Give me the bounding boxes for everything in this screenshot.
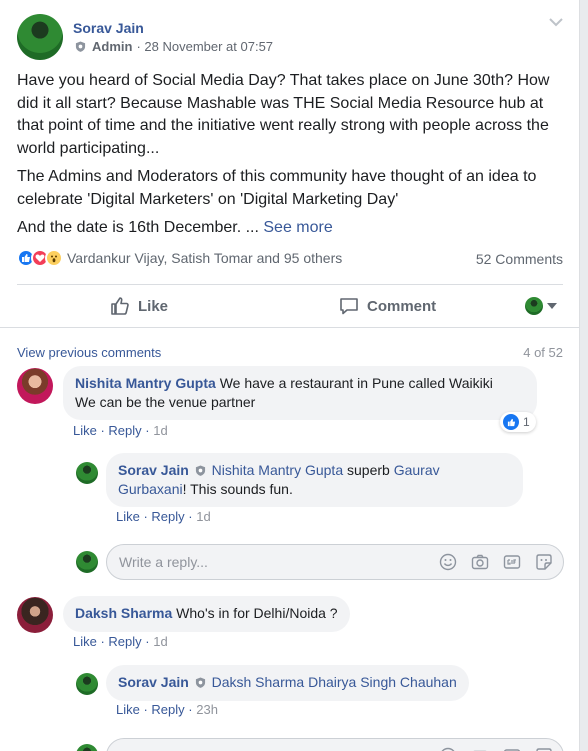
reply-time[interactable]: 1d xyxy=(196,509,210,524)
post-paragraph: Have you heard of Social Media Day? That… xyxy=(17,72,550,157)
comment-text: Who's in for Delhi/Noida ? xyxy=(176,605,338,621)
reactions-summary[interactable]: Vardankur Vijay, Satish Tomar and 95 oth… xyxy=(17,249,342,267)
reply-like-link[interactable]: Like xyxy=(116,702,140,717)
reply-tag-continued[interactable]: Gurbaxani xyxy=(118,481,183,497)
divider xyxy=(17,284,563,285)
comment-text: We have a restaurant in Pune called Waik… xyxy=(219,375,493,391)
reaction-names[interactable]: Vardankur Vijay, Satish Tomar and 95 oth… xyxy=(67,250,342,266)
profile-avatar xyxy=(525,297,543,315)
reply-like-link[interactable]: Like xyxy=(116,509,140,524)
emoji-icon[interactable] xyxy=(439,747,457,751)
reply-bubble: Sorav Jain Daksh Sharma Dhairya Singh Ch… xyxy=(106,665,469,701)
reply-tag[interactable]: Gaurav xyxy=(394,462,440,478)
post-author-name[interactable]: Sorav Jain xyxy=(73,20,144,36)
view-previous-comments-link[interactable]: View previous comments xyxy=(17,345,161,360)
comment-time[interactable]: 1d xyxy=(153,634,167,649)
comment-bubble: Daksh Sharma Who's in for Delhi/Noida ? xyxy=(63,596,350,632)
reply-author[interactable]: Sorav Jain xyxy=(118,674,189,690)
like-label: Like xyxy=(138,297,169,315)
like-button[interactable]: Like xyxy=(110,296,168,316)
reply-input[interactable]: Write a reply... xyxy=(106,544,564,580)
comment-icon xyxy=(340,298,358,315)
divider xyxy=(0,327,579,328)
emoji-icon[interactable] xyxy=(439,553,457,571)
comment-time[interactable]: 1d xyxy=(153,423,167,438)
commenter-avatar[interactable] xyxy=(17,597,53,633)
reply-tag[interactable]: Nishita Mantry Gupta xyxy=(212,462,344,478)
see-more-link[interactable]: See more xyxy=(263,219,332,236)
current-user-avatar xyxy=(76,551,98,573)
admin-badge-icon xyxy=(195,677,205,688)
reply-input-tools xyxy=(439,747,553,751)
comment-actions: Like · Reply · 1d xyxy=(73,634,168,649)
comment-author[interactable]: Nishita Mantry Gupta xyxy=(75,375,216,391)
admin-badge-icon xyxy=(195,465,205,476)
post-last-line: And the date is 16th December. ... xyxy=(17,219,259,236)
comment-text-line2: We can be the venue partner xyxy=(75,394,256,410)
reply-author-avatar[interactable] xyxy=(76,673,98,695)
comment-like-link[interactable]: Like xyxy=(73,423,97,438)
reply-actions: Like · Reply · 1d xyxy=(116,509,211,524)
comment-actions: Like · Reply · 1d xyxy=(73,423,168,438)
post-meta: Admin · 28 November at 07:57 xyxy=(73,39,273,54)
reply-reply-link[interactable]: Reply xyxy=(151,509,184,524)
camera-icon[interactable] xyxy=(471,747,489,751)
post-paragraph-last: And the date is 16th December. ... See m… xyxy=(17,217,562,240)
comment-author[interactable]: Daksh Sharma xyxy=(75,605,172,621)
reply-input-placeholder: Write a reply... xyxy=(119,554,208,570)
admin-badge-icon xyxy=(75,41,86,52)
comments-count[interactable]: 52 Comments xyxy=(476,251,563,267)
reply-bubble: Sorav Jain Nishita Mantry Gupta superb G… xyxy=(106,453,523,507)
commenter-avatar[interactable] xyxy=(17,368,53,404)
reply-input[interactable] xyxy=(106,738,564,751)
comment-label: Comment xyxy=(367,297,437,315)
camera-icon[interactable] xyxy=(471,553,489,571)
sticker-icon[interactable] xyxy=(535,553,553,571)
post-role: Admin xyxy=(92,39,133,54)
reply-text-rest: ! This sounds fun. xyxy=(182,481,293,497)
sticker-icon[interactable] xyxy=(535,747,553,751)
reply-tags[interactable]: Daksh Sharma Dhairya Singh Chauhan xyxy=(212,674,457,690)
comment-reaction-badge[interactable]: 1 xyxy=(500,412,536,432)
reply-time[interactable]: 23h xyxy=(196,702,218,717)
reply-input-tools xyxy=(439,553,553,571)
comments-page-count: 4 of 52 xyxy=(523,345,563,360)
comment-bubble: Nishita Mantry Gupta We have a restauran… xyxy=(63,366,537,420)
reply-text: superb xyxy=(347,462,390,478)
comment-like-link[interactable]: Like xyxy=(73,634,97,649)
caret-down-icon xyxy=(547,303,557,309)
reply-actions: Like · Reply · 23h xyxy=(116,702,218,717)
post-paragraph: The Admins and Moderators of this commun… xyxy=(17,168,537,208)
post-actions: Like Comment xyxy=(17,287,563,325)
post-card: Sorav Jain Admin · 28 November at 07:57 … xyxy=(0,0,580,751)
wow-reaction-icon xyxy=(45,249,63,267)
comment-reaction-count: 1 xyxy=(523,415,530,429)
like-reaction-icon xyxy=(503,414,519,430)
gif-icon[interactable] xyxy=(503,553,521,571)
reply-author[interactable]: Sorav Jain xyxy=(118,462,189,478)
reply-reply-link[interactable]: Reply xyxy=(151,702,184,717)
chevron-down-icon[interactable] xyxy=(549,14,563,30)
profile-selector[interactable] xyxy=(525,297,557,315)
post-body: Have you heard of Social Media Day? That… xyxy=(17,70,562,246)
comment-reply-link[interactable]: Reply xyxy=(108,423,141,438)
comment-button[interactable]: Comment xyxy=(339,296,436,316)
post-author-avatar[interactable] xyxy=(17,14,63,60)
reply-author-avatar[interactable] xyxy=(76,462,98,484)
comment-reply-link[interactable]: Reply xyxy=(108,634,141,649)
post-timestamp[interactable]: · 28 November at 07:57 xyxy=(136,39,273,54)
thumbs-up-icon xyxy=(111,297,129,315)
gif-icon[interactable] xyxy=(503,747,521,751)
current-user-avatar xyxy=(76,744,98,751)
